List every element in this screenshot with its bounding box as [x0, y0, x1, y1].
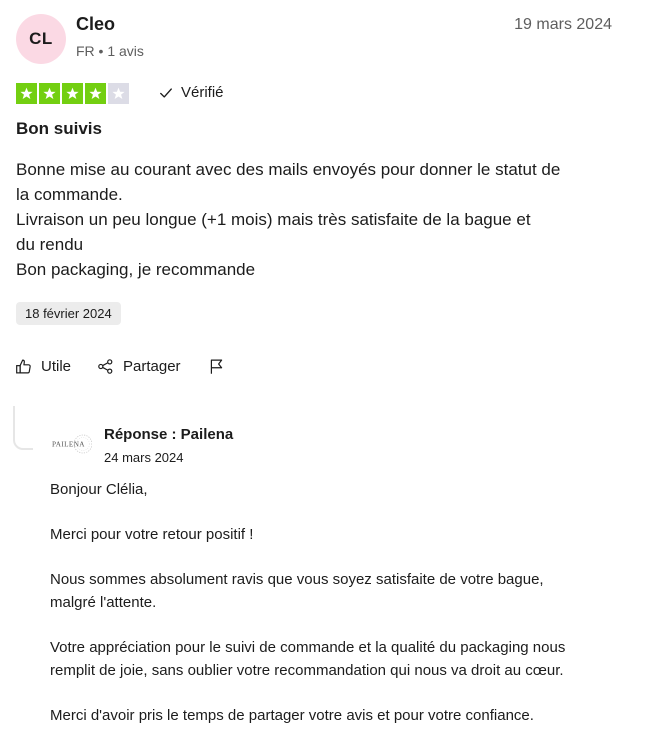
review-body: Bonne mise au courant avec des mails env…: [16, 157, 616, 282]
star-icon: [85, 83, 106, 104]
share-button[interactable]: Partager: [97, 358, 181, 375]
check-icon: [160, 87, 172, 98]
verified-badge: Vérifié: [159, 84, 224, 101]
reply-body-line: Votre appréciation pour le suivi de comm…: [50, 639, 566, 656]
flag-icon: [210, 359, 222, 374]
review-body-line: Bon packaging, je recommande: [16, 260, 256, 279]
reply-body-line: remplit de joie, sans oublier votre reco…: [50, 662, 564, 679]
share-icon: [98, 359, 113, 374]
report-button[interactable]: [208, 358, 225, 375]
review-body-line: Livraison un peu longue (+1 mois) mais t…: [16, 210, 531, 229]
star-icon: [108, 83, 129, 104]
experience-date-badge: 18 février 2024: [16, 302, 121, 325]
useful-label: Utile: [41, 358, 72, 375]
reply-body-line: Bonjour Clélia,: [50, 481, 148, 498]
pailena-logo-icon: PAILENA: [52, 434, 92, 454]
reply-body-line: Nous sommes absolument ravis que vous so…: [50, 571, 544, 588]
reply-date: 24 mars 2024: [104, 450, 184, 465]
review-date: 19 mars 2024: [514, 16, 612, 33]
reply-body: Bonjour Clélia, Merci pour votre retour p…: [50, 478, 635, 727]
review-body-line: du rendu: [16, 235, 84, 254]
review-actions: Utile Partager: [15, 358, 225, 375]
useful-button[interactable]: Utile: [15, 358, 71, 375]
reply-body-line: Merci pour votre retour positif !: [50, 526, 254, 543]
author-name[interactable]: Cleo: [76, 14, 115, 35]
review-body-line: Bonne mise au courant avec des mails env…: [16, 160, 561, 179]
reply-connector: [13, 406, 33, 450]
verified-label: Vérifié: [181, 84, 224, 101]
thumbs-up-icon: [16, 359, 31, 374]
star-rating: [16, 83, 129, 104]
star-icon: [16, 83, 37, 104]
share-label: Partager: [123, 358, 181, 375]
avatar[interactable]: CL: [16, 14, 66, 64]
star-icon: [39, 83, 60, 104]
review-body-line: la commande.: [16, 185, 123, 204]
review-title: Bon suivis: [16, 119, 102, 138]
reply-body-line: Merci d'avoir pris le temps de partager …: [50, 707, 534, 724]
star-icon: [62, 83, 83, 104]
logo-text: PAILENA: [52, 441, 85, 449]
reply-title: Réponse : Pailena: [104, 426, 234, 443]
author-meta: FR • 1 avis: [76, 43, 144, 59]
reply-body-line: malgré l'attente.: [50, 594, 157, 611]
company-logo: PAILENA: [50, 428, 92, 460]
